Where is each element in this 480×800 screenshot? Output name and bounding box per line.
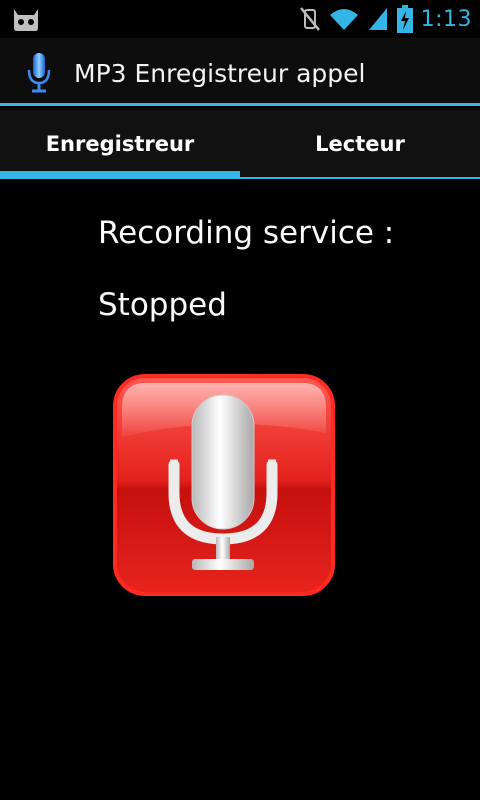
wifi-icon — [329, 9, 358, 30]
recorder-panel: Recording service : Stopped — [0, 179, 480, 800]
tab-recorder[interactable]: Enregistreur — [0, 110, 240, 179]
status-bar: 1:13 — [0, 0, 480, 38]
app-title: MP3 Enregistreur appel — [74, 59, 366, 88]
recording-service-label: Recording service : — [98, 215, 395, 251]
record-toggle-button[interactable] — [112, 373, 336, 597]
signal-icon — [368, 8, 387, 30]
tab-recorder-label: Enregistreur — [45, 131, 195, 156]
status-clock: 1:13 — [420, 6, 472, 32]
battery-charging-icon — [396, 5, 413, 33]
tab-bar: Enregistreur Lecteur — [0, 110, 480, 179]
status-icons: 1:13 — [299, 0, 472, 38]
screen: 1:13 MP3 Enregistreur appel Enregistreur — [0, 0, 480, 800]
tab-player[interactable]: Lecteur — [240, 110, 480, 177]
vibrate-mute-icon — [299, 7, 320, 31]
action-bar: MP3 Enregistreur appel — [0, 38, 480, 106]
recording-service-status: Stopped — [98, 287, 227, 323]
app-microphone-icon[interactable] — [26, 52, 52, 94]
tab-player-label: Lecteur — [315, 131, 405, 156]
cyanogenmod-notification-icon — [14, 9, 38, 31]
